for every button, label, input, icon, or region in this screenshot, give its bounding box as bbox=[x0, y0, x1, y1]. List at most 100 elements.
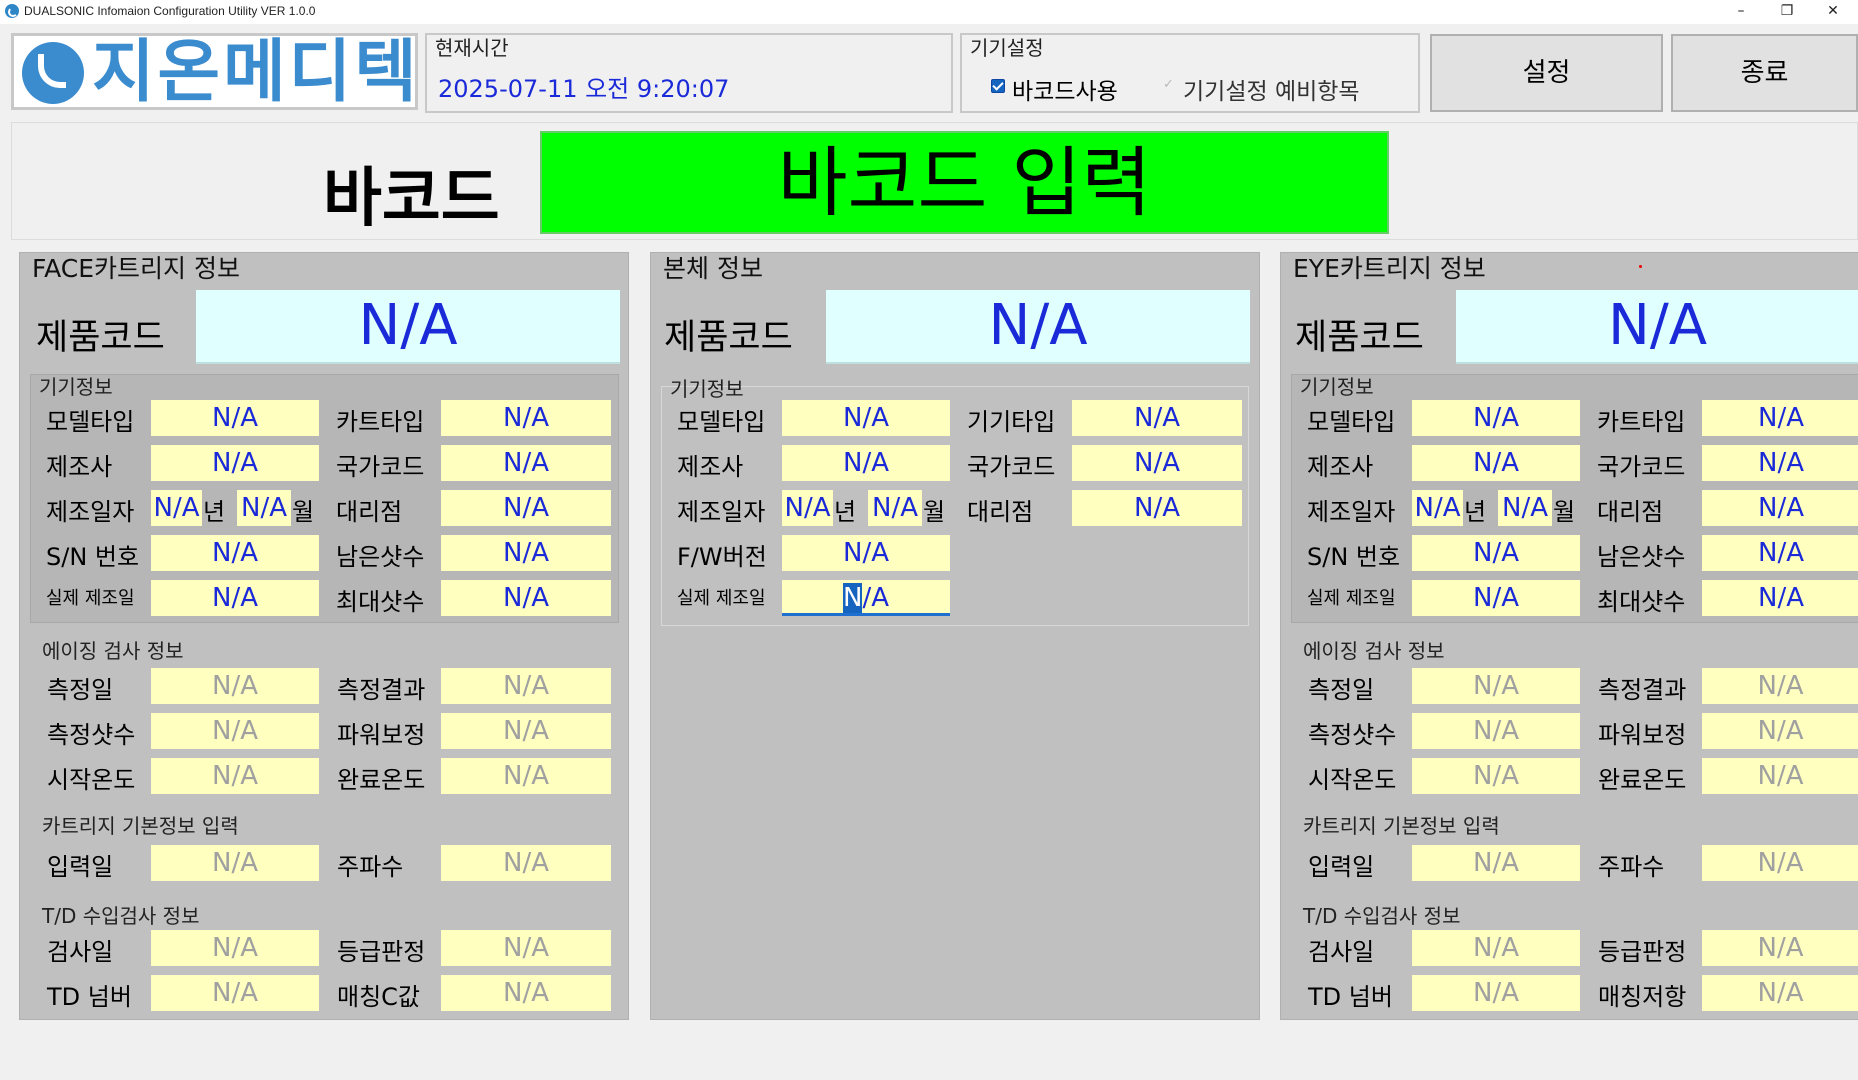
body-agency-label: 대리점 bbox=[967, 498, 1034, 526]
minimize-button[interactable]: – bbox=[1718, 0, 1764, 24]
eye-country-code-field[interactable]: N/A bbox=[1702, 445, 1858, 481]
eye-td-number-field[interactable]: N/A bbox=[1412, 975, 1580, 1011]
face-frequency-label: 주파수 bbox=[337, 853, 404, 881]
face-cart-type-field[interactable]: N/A bbox=[441, 400, 611, 436]
eye-agency-label: 대리점 bbox=[1597, 498, 1664, 526]
face-shots-left-label: 남은샷수 bbox=[336, 543, 425, 571]
body-country-code-field[interactable]: N/A bbox=[1072, 445, 1242, 481]
eye-maker-field[interactable]: N/A bbox=[1412, 445, 1580, 481]
body-fw-version-field[interactable]: N/A bbox=[782, 535, 950, 571]
face-year-unit: 년 bbox=[203, 498, 226, 526]
eye-shots-left-field[interactable]: N/A bbox=[1702, 535, 1858, 571]
eye-model-type-field[interactable]: N/A bbox=[1412, 400, 1580, 436]
device-settings-caption: 기기설정 bbox=[970, 36, 1044, 60]
eye-sn-field[interactable]: N/A bbox=[1412, 535, 1580, 571]
eye-agency-field[interactable]: N/A bbox=[1702, 490, 1858, 526]
eye-mfg-month-field[interactable]: N/A bbox=[1498, 490, 1552, 526]
body-panel-title: 본체 정보 bbox=[663, 254, 763, 283]
body-product-code-field[interactable]: N/A bbox=[826, 290, 1250, 364]
eye-td-number-label: TD 넘버 bbox=[1308, 983, 1393, 1011]
body-device-info-caption: 기기정보 bbox=[670, 377, 744, 401]
face-product-code-field[interactable]: N/A bbox=[196, 290, 620, 364]
body-mfg-date-label: 제조일자 bbox=[677, 498, 766, 526]
eye-td-caption: T/D 수입검사 정보 bbox=[1303, 904, 1461, 928]
face-td-number-field[interactable]: N/A bbox=[151, 975, 319, 1011]
face-input-date-field[interactable]: N/A bbox=[151, 845, 319, 881]
face-frequency-field[interactable]: N/A bbox=[441, 845, 611, 881]
eye-cart-type-field[interactable]: N/A bbox=[1702, 400, 1858, 436]
app-icon bbox=[5, 4, 19, 18]
eye-frequency-field[interactable]: N/A bbox=[1702, 845, 1858, 881]
face-measure-result-field[interactable]: N/A bbox=[441, 668, 611, 704]
face-cartridge-panel: FACE카트리지 정보 제품코드 N/A 기기정보 모델타입 N/A 카트타입 … bbox=[19, 252, 629, 1020]
eye-actual-date-field[interactable]: N/A bbox=[1412, 580, 1580, 616]
body-mfg-year-field[interactable]: N/A bbox=[782, 490, 833, 526]
barcode-label: 바코드 bbox=[323, 162, 500, 236]
face-maker-field[interactable]: N/A bbox=[151, 445, 319, 481]
eye-year-unit: 년 bbox=[1464, 498, 1487, 526]
face-mfg-date-label: 제조일자 bbox=[46, 498, 135, 526]
face-shots-left-field[interactable]: N/A bbox=[441, 535, 611, 571]
body-actual-date-field[interactable]: N/A bbox=[782, 580, 950, 616]
face-mfg-month-field[interactable]: N/A bbox=[237, 490, 291, 526]
eye-measure-result-field[interactable]: N/A bbox=[1702, 668, 1858, 704]
body-mfg-month-field[interactable]: N/A bbox=[868, 490, 922, 526]
face-power-corr-field[interactable]: N/A bbox=[441, 713, 611, 749]
restore-button[interactable]: ❐ bbox=[1764, 0, 1810, 24]
body-country-code-label: 국가코드 bbox=[967, 453, 1056, 481]
body-agency-field[interactable]: N/A bbox=[1072, 490, 1242, 526]
face-measure-shots-field[interactable]: N/A bbox=[151, 713, 319, 749]
face-end-temp-field[interactable]: N/A bbox=[441, 758, 611, 794]
face-model-type-field[interactable]: N/A bbox=[151, 400, 319, 436]
face-mfg-year-field[interactable]: N/A bbox=[151, 490, 202, 526]
face-max-shots-field[interactable]: N/A bbox=[441, 580, 611, 616]
logo-mark-icon bbox=[22, 42, 84, 104]
face-model-type-label: 모델타입 bbox=[46, 408, 135, 436]
eye-measure-date-field[interactable]: N/A bbox=[1412, 668, 1580, 704]
eye-measure-date-label: 측정일 bbox=[1308, 676, 1375, 704]
close-button[interactable]: ✕ bbox=[1810, 0, 1856, 24]
eye-inspect-date-field[interactable]: N/A bbox=[1412, 930, 1580, 966]
face-inspect-date-field[interactable]: N/A bbox=[151, 930, 319, 966]
barcode-use-checkbox[interactable] bbox=[991, 79, 1005, 93]
eye-grade-field[interactable]: N/A bbox=[1702, 930, 1858, 966]
body-model-type-field[interactable]: N/A bbox=[782, 400, 950, 436]
body-fw-version-label: F/W버전 bbox=[677, 543, 767, 571]
face-actual-date-field[interactable]: N/A bbox=[151, 580, 319, 616]
eye-matching-field[interactable]: N/A bbox=[1702, 975, 1858, 1011]
face-inspect-date-label: 검사일 bbox=[47, 938, 114, 966]
eye-product-code-field[interactable]: N/A bbox=[1456, 290, 1858, 364]
body-maker-field[interactable]: N/A bbox=[782, 445, 950, 481]
face-month-unit: 월 bbox=[292, 498, 315, 526]
body-product-code-label: 제품코드 bbox=[664, 318, 793, 358]
eye-end-temp-field[interactable]: N/A bbox=[1702, 758, 1858, 794]
face-agency-field[interactable]: N/A bbox=[441, 490, 611, 526]
body-device-type-field[interactable]: N/A bbox=[1072, 400, 1242, 436]
exit-button[interactable]: 종료 bbox=[1671, 34, 1858, 112]
barcode-input[interactable]: 바코드 입력 bbox=[540, 131, 1389, 234]
face-grade-field[interactable]: N/A bbox=[441, 930, 611, 966]
face-matching-label: 매칭C값 bbox=[337, 983, 420, 1011]
eye-power-corr-field[interactable]: N/A bbox=[1702, 713, 1858, 749]
eye-start-temp-label: 시작온도 bbox=[1308, 766, 1397, 794]
face-measure-date-field[interactable]: N/A bbox=[151, 668, 319, 704]
face-measure-shots-label: 측정샷수 bbox=[47, 721, 136, 749]
face-matching-field[interactable]: N/A bbox=[441, 975, 611, 1011]
eye-mfg-year-field[interactable]: N/A bbox=[1412, 490, 1463, 526]
barcode-use-label[interactable]: 바코드사용 bbox=[1012, 72, 1118, 106]
eye-max-shots-field[interactable]: N/A bbox=[1702, 580, 1858, 616]
spare-item-label[interactable]: 기기설정 예비항목 bbox=[1183, 72, 1360, 106]
eye-matching-label: 매칭저항 bbox=[1598, 983, 1687, 1011]
eye-input-date-field[interactable]: N/A bbox=[1412, 845, 1580, 881]
spare-item-checkbox[interactable]: ✓ bbox=[1163, 78, 1175, 91]
face-max-shots-label: 최대샷수 bbox=[336, 588, 425, 616]
face-start-temp-field[interactable]: N/A bbox=[151, 758, 319, 794]
face-power-corr-label: 파워보정 bbox=[337, 721, 426, 749]
settings-button[interactable]: 설정 bbox=[1430, 34, 1663, 112]
eye-start-temp-field[interactable]: N/A bbox=[1412, 758, 1580, 794]
face-country-code-field[interactable]: N/A bbox=[441, 445, 611, 481]
eye-measure-shots-field[interactable]: N/A bbox=[1412, 713, 1580, 749]
face-sn-field[interactable]: N/A bbox=[151, 535, 319, 571]
face-panel-title: FACE카트리지 정보 bbox=[32, 254, 240, 283]
face-actual-date-label: 실제 제조일 bbox=[46, 588, 135, 609]
